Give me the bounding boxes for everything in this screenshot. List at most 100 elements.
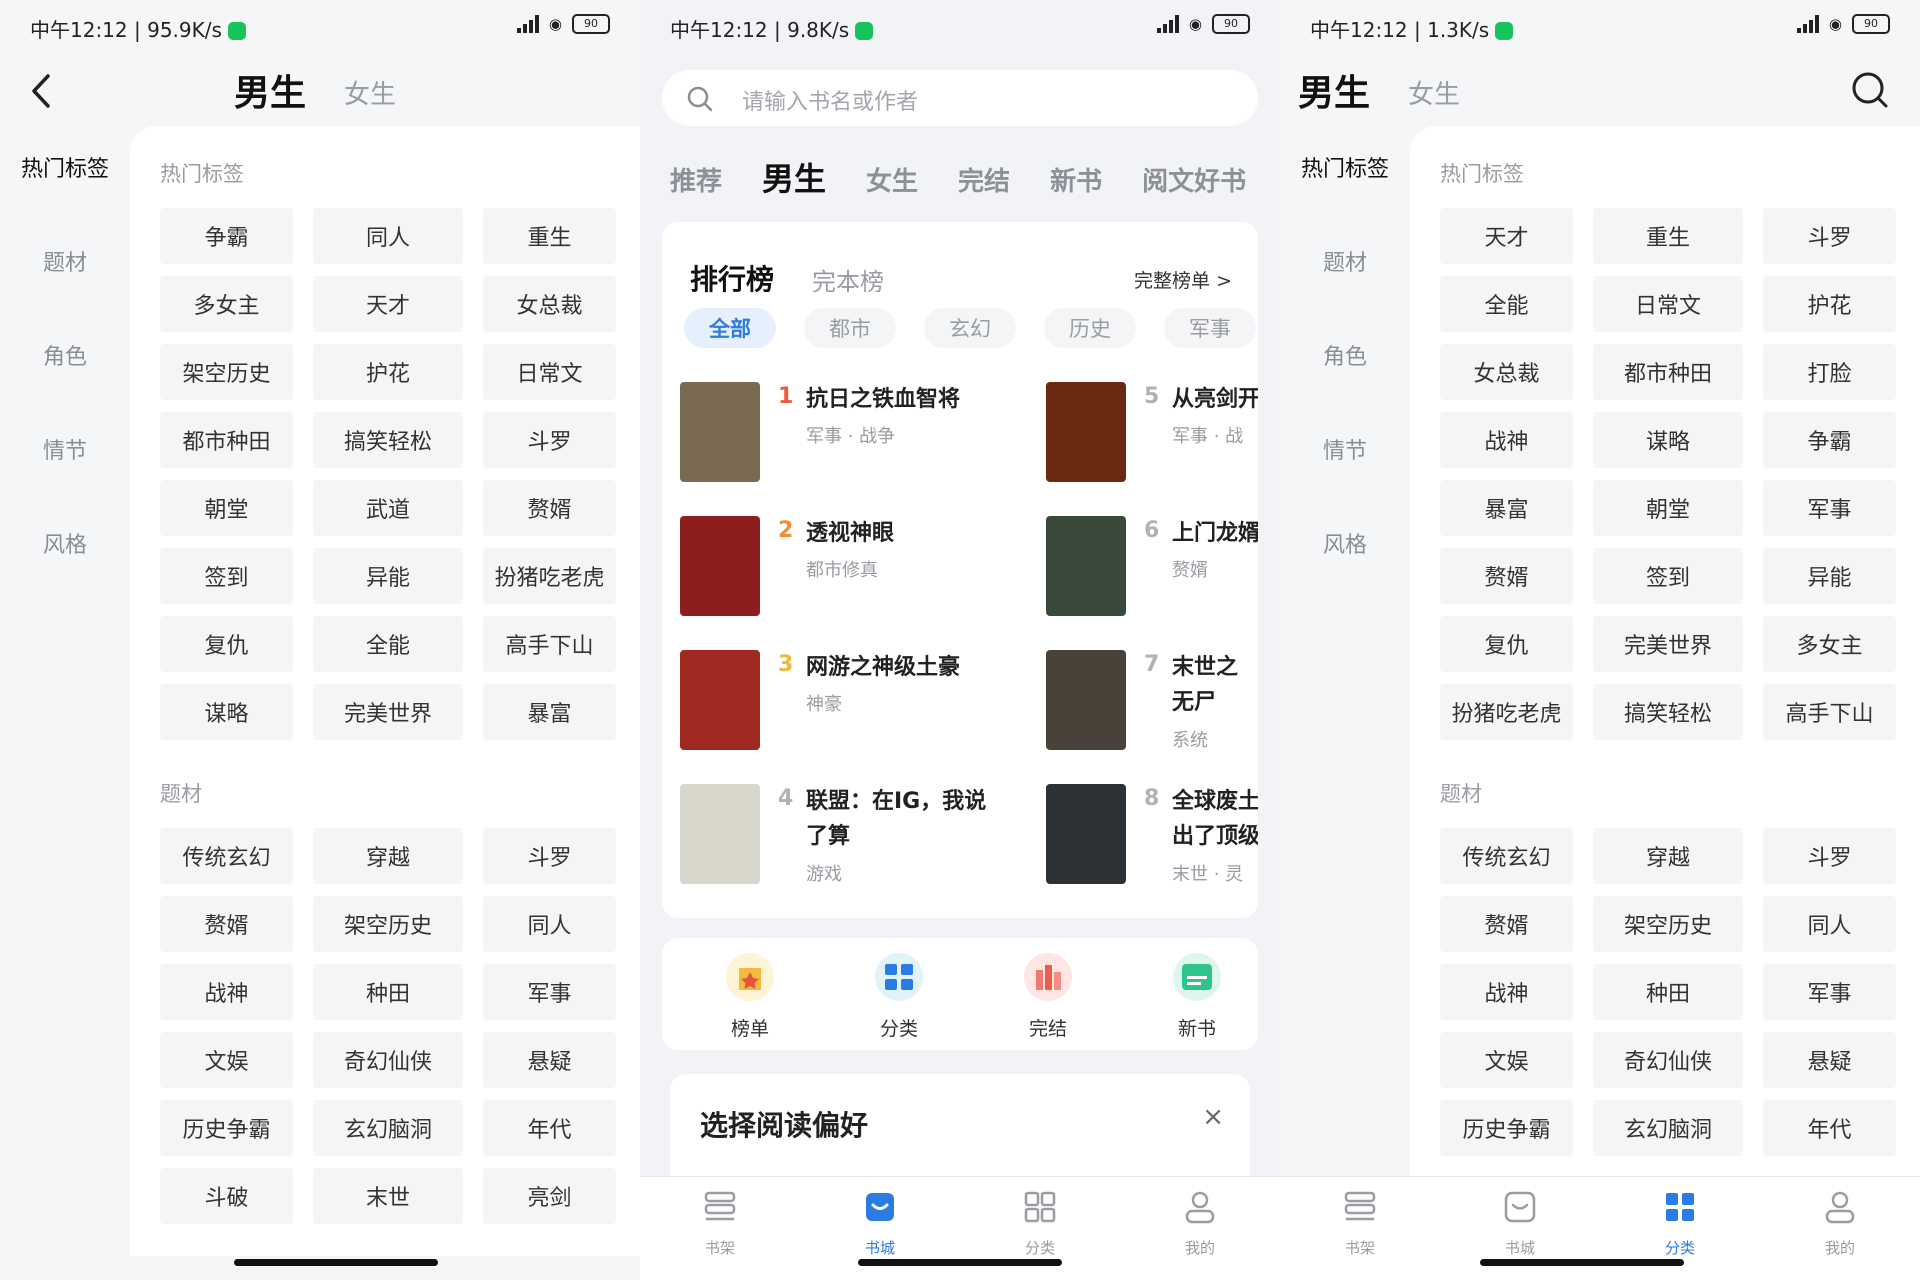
- tag-button[interactable]: 高手下山: [483, 616, 616, 672]
- tag-button[interactable]: 历史争霸: [1440, 1100, 1573, 1156]
- tag-button[interactable]: 多女主: [160, 276, 293, 332]
- book-item[interactable]: 4 联盟：在IG，我说了算 游戏: [680, 784, 1020, 904]
- sidebar-item-style[interactable]: 风格: [1280, 506, 1410, 600]
- tag-button[interactable]: 斗罗: [1763, 828, 1896, 884]
- tag-button[interactable]: 奇幻仙侠: [313, 1032, 463, 1088]
- tag-button[interactable]: 谋略: [160, 684, 293, 740]
- tag-button[interactable]: 悬疑: [483, 1032, 616, 1088]
- tag-button[interactable]: 亮剑: [483, 1168, 616, 1224]
- tag-button[interactable]: 架空历史: [313, 896, 463, 952]
- book-item[interactable]: 6 上门龙婿 赘婿: [1046, 516, 1258, 636]
- tag-button[interactable]: 奇幻仙侠: [1593, 1032, 1743, 1088]
- tab-female[interactable]: 女生: [344, 74, 396, 111]
- tag-button[interactable]: 复仇: [160, 616, 293, 672]
- tag-button[interactable]: 暴富: [483, 684, 616, 740]
- tag-button[interactable]: 天才: [1440, 208, 1573, 264]
- tag-button[interactable]: 签到: [160, 548, 293, 604]
- sidebar-item-topic[interactable]: 题材: [1280, 224, 1410, 318]
- search-input[interactable]: 请输入书名或作者: [662, 70, 1258, 126]
- chip-military[interactable]: 军事: [1164, 308, 1256, 348]
- tag-button[interactable]: 都市种田: [160, 412, 293, 468]
- tag-button[interactable]: 暴富: [1440, 480, 1573, 536]
- close-icon[interactable]: ×: [1202, 1102, 1224, 1132]
- tag-button[interactable]: 全能: [1440, 276, 1573, 332]
- ranking-title[interactable]: 排行榜: [690, 258, 774, 298]
- chip-fantasy[interactable]: 玄幻: [924, 308, 1016, 348]
- nav-bookshelf[interactable]: 书架: [670, 1187, 770, 1258]
- tag-button[interactable]: 斗罗: [1763, 208, 1896, 264]
- tag-button[interactable]: 赘婿: [483, 480, 616, 536]
- tag-button[interactable]: 朝堂: [160, 480, 293, 536]
- tag-button[interactable]: 护花: [313, 344, 463, 400]
- tag-button[interactable]: 末世: [313, 1168, 463, 1224]
- tab-male[interactable]: 男生: [1298, 64, 1370, 116]
- tag-button[interactable]: 同人: [313, 208, 463, 264]
- tab-finished[interactable]: 完结: [958, 161, 1010, 198]
- tag-button[interactable]: 朝堂: [1593, 480, 1743, 536]
- tag-button[interactable]: 全能: [313, 616, 463, 672]
- chip-all[interactable]: 全部: [684, 308, 776, 348]
- sidebar-item-role[interactable]: 角色: [1280, 318, 1410, 412]
- tag-button[interactable]: 搞笑轻松: [313, 412, 463, 468]
- sidebar-item-plot[interactable]: 情节: [0, 412, 130, 506]
- sidebar-item-hot-tags[interactable]: 热门标签: [1280, 130, 1410, 224]
- tag-button[interactable]: 种田: [313, 964, 463, 1020]
- tag-button[interactable]: 重生: [1593, 208, 1743, 264]
- chip-history[interactable]: 历史: [1044, 308, 1136, 348]
- sidebar-item-style[interactable]: 风格: [0, 506, 130, 600]
- tag-button[interactable]: 重生: [483, 208, 616, 264]
- tag-button[interactable]: 文娱: [1440, 1032, 1573, 1088]
- tab-good-books[interactable]: 阅文好书: [1142, 161, 1246, 198]
- tag-button[interactable]: 争霸: [160, 208, 293, 264]
- tag-button[interactable]: 斗罗: [483, 412, 616, 468]
- tag-button[interactable]: 军事: [1763, 964, 1896, 1020]
- tag-button[interactable]: 武道: [313, 480, 463, 536]
- tag-button[interactable]: 多女主: [1763, 616, 1896, 672]
- tag-button[interactable]: 传统玄幻: [1440, 828, 1573, 884]
- tag-button[interactable]: 扮猪吃老虎: [1440, 684, 1573, 740]
- search-icon[interactable]: [1850, 70, 1890, 110]
- tag-button[interactable]: 穿越: [313, 828, 463, 884]
- quick-entry-finished[interactable]: 完结: [998, 952, 1098, 1041]
- quick-entry-new[interactable]: 新书: [1147, 952, 1247, 1041]
- tag-button[interactable]: 年代: [483, 1100, 616, 1156]
- tag-button[interactable]: 天才: [313, 276, 463, 332]
- book-item[interactable]: 1 抗日之铁血智将 军事 · 战争: [680, 382, 1020, 502]
- tag-button[interactable]: 女总裁: [1440, 344, 1573, 400]
- book-item[interactable]: 2 透视神眼 都市修真: [680, 516, 1020, 636]
- nav-category[interactable]: 分类: [1630, 1187, 1730, 1258]
- tag-button[interactable]: 打脸: [1763, 344, 1896, 400]
- sidebar-item-hot-tags[interactable]: 热门标签: [0, 130, 130, 224]
- full-ranking-link[interactable]: 完整榜单 >: [1134, 266, 1232, 293]
- tag-button[interactable]: 异能: [313, 548, 463, 604]
- quick-entry-ranking[interactable]: 榜单: [700, 952, 800, 1041]
- tag-button[interactable]: 扮猪吃老虎: [483, 548, 616, 604]
- nav-bookstore[interactable]: 书城: [1470, 1187, 1570, 1258]
- tab-male[interactable]: 男生: [234, 64, 306, 116]
- sidebar-item-topic[interactable]: 题材: [0, 224, 130, 318]
- tag-button[interactable]: 日常文: [483, 344, 616, 400]
- sidebar-item-role[interactable]: 角色: [0, 318, 130, 412]
- tag-button[interactable]: 赘婿: [1440, 896, 1573, 952]
- tag-button[interactable]: 军事: [483, 964, 616, 1020]
- tag-button[interactable]: 斗罗: [483, 828, 616, 884]
- tag-button[interactable]: 签到: [1593, 548, 1743, 604]
- tag-button[interactable]: 完美世界: [1593, 616, 1743, 672]
- tag-button[interactable]: 日常文: [1593, 276, 1743, 332]
- tag-button[interactable]: 战神: [160, 964, 293, 1020]
- tag-button[interactable]: 架空历史: [1593, 896, 1743, 952]
- tag-button[interactable]: 完美世界: [313, 684, 463, 740]
- nav-category[interactable]: 分类: [990, 1187, 1090, 1258]
- nav-profile[interactable]: 我的: [1790, 1187, 1890, 1258]
- tag-button[interactable]: 护花: [1763, 276, 1896, 332]
- book-item[interactable]: 7 末世之无尸 系统: [1046, 650, 1258, 770]
- tag-button[interactable]: 搞笑轻松: [1593, 684, 1743, 740]
- tag-button[interactable]: 异能: [1763, 548, 1896, 604]
- tag-button[interactable]: 年代: [1763, 1100, 1896, 1156]
- tag-button[interactable]: 种田: [1593, 964, 1743, 1020]
- quick-entry-category[interactable]: 分类: [849, 952, 949, 1041]
- tag-button[interactable]: 玄幻脑洞: [313, 1100, 463, 1156]
- tab-female[interactable]: 女生: [866, 161, 918, 198]
- ranking-subtitle[interactable]: 完本榜: [812, 262, 884, 297]
- tab-male[interactable]: 男生: [762, 154, 826, 200]
